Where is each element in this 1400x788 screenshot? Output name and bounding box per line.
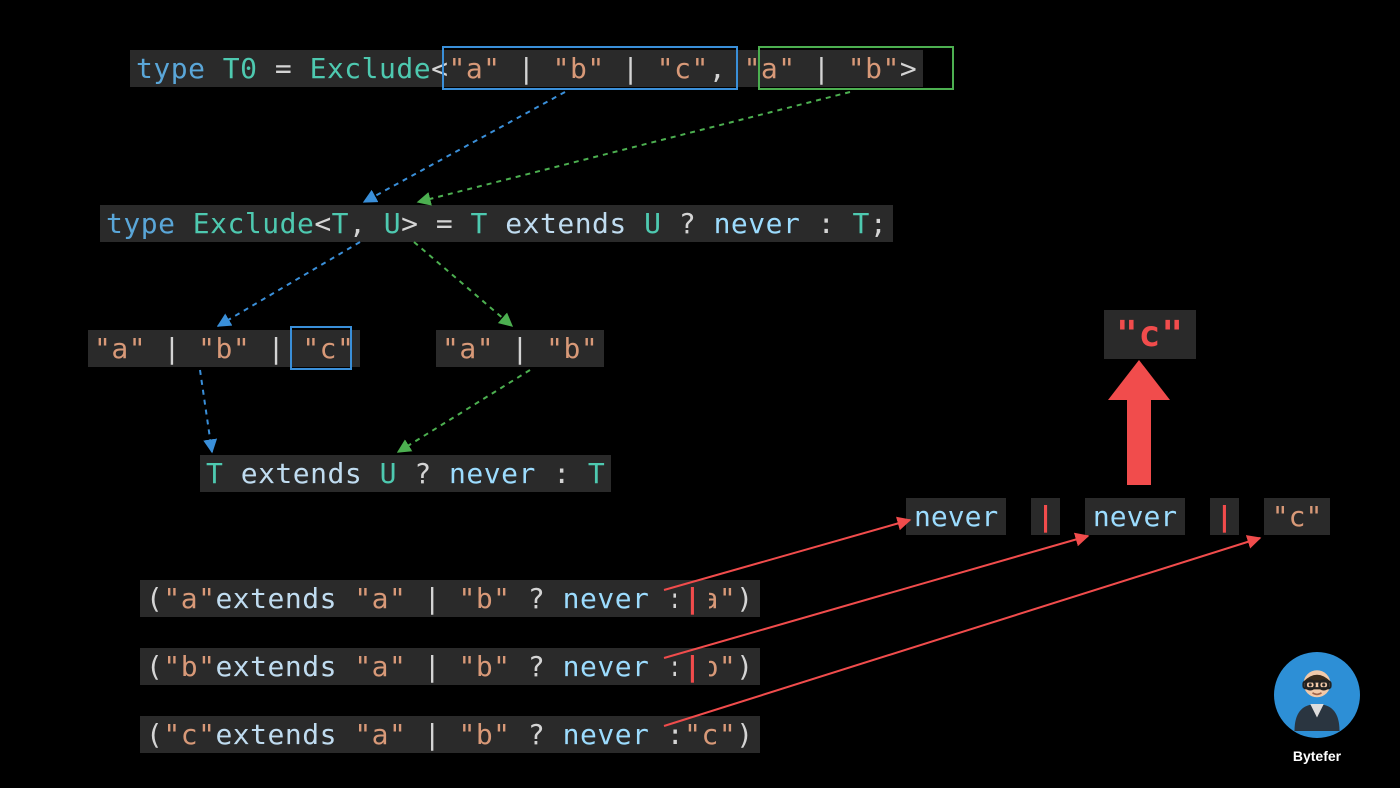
red-pipe-2: | [676, 648, 709, 685]
big-red-arrow [1108, 360, 1170, 485]
arrow-green-1 [418, 92, 850, 202]
code-line-2: type Exclude<T, U> = T extends U ? never… [100, 205, 893, 242]
expand-line-c: ("c"extends "a" | "b" ? never :"c") [140, 716, 760, 753]
code-line-3-right: "a" | "b" [436, 330, 604, 367]
never-row: never | never | "c" [906, 500, 1338, 533]
code-line-3-left: "a" | "b" | "c" [88, 330, 360, 367]
result-c: "c" [1104, 310, 1196, 359]
code-line-1: type T0 = Exclude<"a" | "b" | "c", "a" |… [130, 50, 923, 87]
author-name: Bytefer [1274, 748, 1360, 764]
kw-type: type [136, 52, 205, 85]
type-name-t0: T0 [223, 52, 258, 85]
code-line-4: T extends U ? never : T [200, 455, 611, 492]
author-avatar [1274, 652, 1360, 738]
arrow-green-2 [414, 242, 512, 326]
arrow-blue-1 [364, 92, 565, 202]
type-exclude: Exclude [310, 52, 432, 85]
arrow-blue-3 [200, 370, 212, 452]
arrow-red-c [664, 538, 1260, 726]
arrow-blue-2 [218, 242, 360, 326]
expand-line-a: ("a"extends "a" | "b" ? never :"a") [140, 580, 760, 617]
expand-line-b: ("b"extends "a" | "b" ? never :"b") [140, 648, 760, 685]
arrow-green-3 [398, 370, 530, 452]
red-pipe-1: | [676, 580, 709, 617]
